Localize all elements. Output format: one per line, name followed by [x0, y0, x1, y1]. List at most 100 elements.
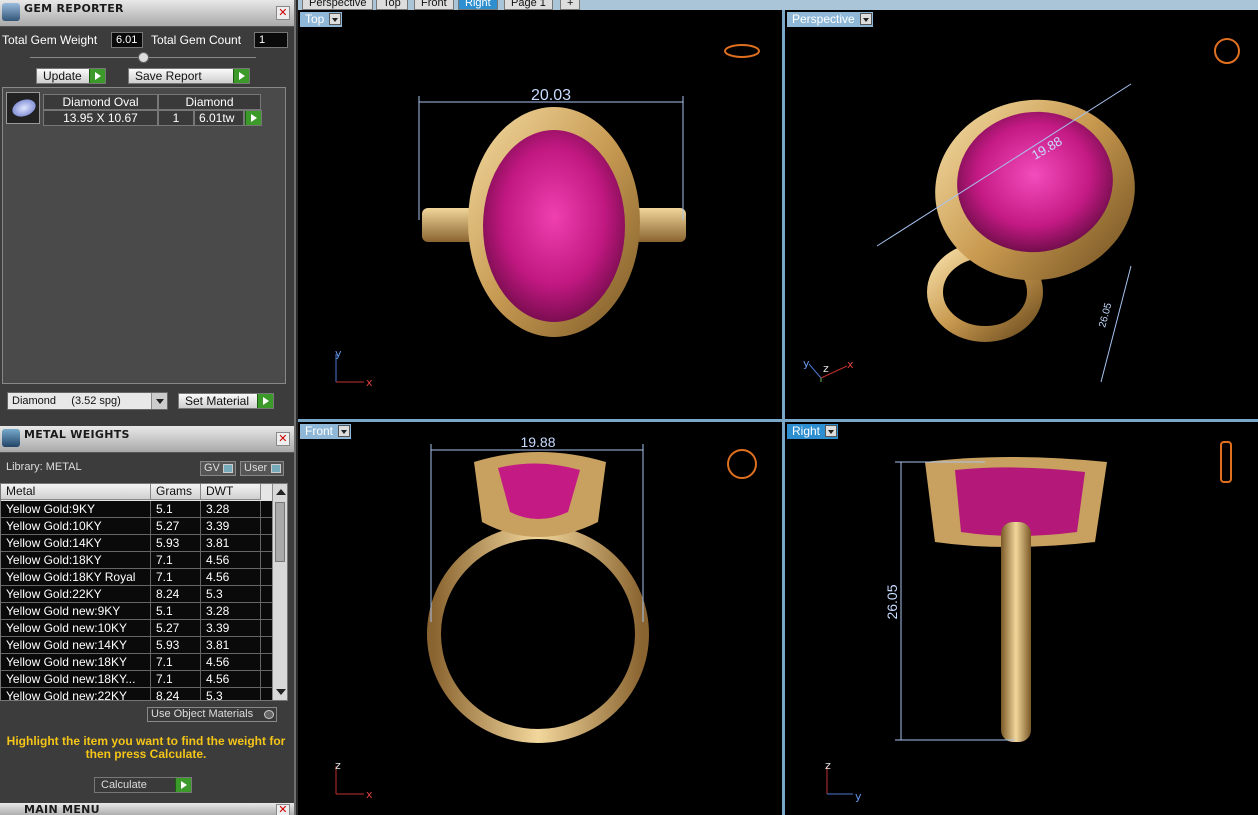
update-button[interactable]: Update: [36, 68, 106, 84]
ring-view-icon: [727, 449, 757, 479]
ring-view-icon: [724, 44, 760, 58]
table-row[interactable]: Yellow Gold new:18KY... 7.1 4.56: [1, 671, 273, 688]
table-row[interactable]: Yellow Gold new:9KY 5.1 3.28: [1, 603, 273, 620]
metal-name-cell: Yellow Gold new:10KY: [1, 620, 151, 636]
dimension-label: 26.05: [884, 584, 900, 619]
scroll-up-icon[interactable]: [276, 489, 286, 495]
perspective-view-render: 19.88 26.05 y z x: [803, 38, 1240, 383]
axis-label: y: [335, 347, 342, 360]
gv-toggle[interactable]: GV: [200, 461, 236, 476]
grams-cell: 5.1: [151, 501, 201, 517]
total-gem-count-label: Total Gem Count: [151, 33, 242, 47]
play-icon: [233, 69, 249, 83]
viewport-top[interactable]: Top 20.03 y x: [298, 10, 782, 419]
viewport-divider-horizontal[interactable]: [298, 419, 1258, 422]
tab-add[interactable]: +: [560, 0, 581, 10]
metal-name-cell: Yellow Gold:22KY: [1, 586, 151, 602]
metal-name-cell: Yellow Gold new:18KY: [1, 654, 151, 670]
axis-label: y: [803, 357, 810, 370]
dwt-cell: 5.3: [201, 688, 261, 700]
table-row[interactable]: Yellow Gold:9KY 5.1 3.28: [1, 501, 273, 518]
dimension-label: 26.05: [1097, 301, 1114, 328]
vertical-scrollbar[interactable]: [272, 484, 287, 700]
tab-right[interactable]: Right: [458, 0, 498, 10]
metal-table: Metal Grams DWT Yellow Gold:9KY 5.1 3.28 Ye…: [0, 483, 288, 701]
table-row[interactable]: Yellow Gold:18KY 7.1 4.56: [1, 552, 273, 569]
table-row[interactable]: Yellow Gold:14KY 5.93 3.81: [1, 535, 273, 552]
tab-front[interactable]: Front: [414, 0, 454, 10]
dwt-cell: 5.3: [201, 586, 261, 602]
shank-shape: [1001, 522, 1031, 742]
view-tab-bar: Perspective Top Front Right Page 1 +: [298, 0, 1258, 10]
table-row[interactable]: Yellow Gold new:14KY 5.93 3.81: [1, 637, 273, 654]
dimension-label: 19.88: [520, 434, 555, 450]
use-object-materials-label: Use Object Materials: [151, 708, 254, 720]
metal-weights-header[interactable]: METAL WEIGHTS ✕: [0, 426, 294, 453]
set-material-label: Set Material: [185, 394, 250, 408]
dwt-cell: 3.28: [201, 603, 261, 619]
main-menu-title: MAIN MENU: [24, 803, 100, 815]
grams-cell: 7.1: [151, 569, 201, 585]
total-gem-count-value: 1: [254, 32, 288, 48]
scroll-down-icon[interactable]: [276, 689, 286, 695]
viewport-front[interactable]: Front 19.88 z x: [298, 422, 782, 815]
gem-weight: 6.01tw: [194, 110, 244, 126]
viewport-right[interactable]: Right 26.05 z y: [785, 422, 1258, 815]
scroll-thumb[interactable]: [275, 502, 285, 562]
save-report-button[interactable]: Save Report: [128, 68, 250, 84]
hint-text: Highlight the item you want to find the …: [6, 734, 286, 761]
gem-reporter-title: GEM REPORTER: [24, 2, 124, 15]
close-icon[interactable]: ✕: [276, 6, 290, 20]
metal-name-cell: Yellow Gold:10KY: [1, 518, 151, 534]
viewport-perspective[interactable]: Perspective 19.88 26.05 y z x: [785, 10, 1258, 419]
table-row[interactable]: Yellow Gold new:22KY 8.24 5.3: [1, 688, 273, 700]
grams-cell: 8.24: [151, 688, 201, 700]
gem-reporter-icon: [2, 3, 20, 21]
table-row[interactable]: Yellow Gold:18KY Royal 7.1 4.56: [1, 569, 273, 586]
table-row[interactable]: Yellow Gold new:18KY 7.1 4.56: [1, 654, 273, 671]
metal-weights-title: METAL WEIGHTS: [24, 428, 130, 441]
collapse-handle[interactable]: [138, 52, 149, 63]
axis-line: [808, 363, 822, 379]
close-icon[interactable]: ✕: [276, 804, 290, 815]
dwt-cell: 4.56: [201, 552, 261, 568]
use-object-materials-toggle[interactable]: Use Object Materials: [147, 707, 277, 722]
gem-thumbnail[interactable]: [6, 92, 40, 124]
app-window: GEM REPORTER ✕ Total Gem Weight 6.01 Tot…: [0, 0, 1258, 815]
dwt-cell: 3.28: [201, 501, 261, 517]
axis-label: z: [825, 759, 831, 772]
user-toggle[interactable]: User: [240, 461, 284, 476]
table-row[interactable]: Yellow Gold:22KY 8.24 5.3: [1, 586, 273, 603]
table-row[interactable]: Yellow Gold:10KY 5.27 3.39: [1, 518, 273, 535]
column-header-dwt[interactable]: DWT: [201, 484, 261, 500]
column-header-grams[interactable]: Grams: [151, 484, 201, 500]
front-view-render: 19.88 z x: [335, 434, 757, 801]
dimension-label: 20.03: [531, 87, 571, 104]
set-material-button[interactable]: Set Material: [178, 393, 274, 409]
viewport-divider-vertical[interactable]: [782, 10, 785, 815]
metal-name-cell: Yellow Gold new:22KY: [1, 688, 151, 700]
play-icon: [257, 394, 273, 408]
gem-size: 13.95 X 10.67: [43, 110, 158, 126]
gem-reporter-header[interactable]: GEM REPORTER ✕: [0, 0, 294, 27]
toggle-icon: [271, 464, 281, 473]
column-header-metal[interactable]: Metal: [1, 484, 151, 500]
table-row[interactable]: Yellow Gold new:10KY 5.27 3.39: [1, 620, 273, 637]
calculate-button[interactable]: Calculate: [94, 777, 192, 793]
grams-cell: 8.24: [151, 586, 201, 602]
close-icon[interactable]: ✕: [276, 432, 290, 446]
tab-top[interactable]: Top: [376, 0, 408, 10]
main-menu-header[interactable]: MAIN MENU ✕: [0, 803, 294, 815]
tab-page-1[interactable]: Page 1: [504, 0, 553, 10]
save-report-label: Save Report: [135, 69, 202, 83]
play-icon: [175, 778, 191, 792]
gem-count: 1: [158, 110, 194, 126]
gem-go-button[interactable]: [244, 110, 262, 126]
metal-name-cell: Yellow Gold new:14KY: [1, 637, 151, 653]
tab-perspective[interactable]: Perspective: [302, 0, 374, 10]
grams-cell: 7.1: [151, 654, 201, 670]
radio-icon: [264, 710, 274, 719]
chevron-down-icon: [151, 393, 167, 409]
gem-name: Diamond Oval: [43, 94, 158, 110]
material-select[interactable]: Diamond (3.52 spg): [7, 392, 168, 410]
